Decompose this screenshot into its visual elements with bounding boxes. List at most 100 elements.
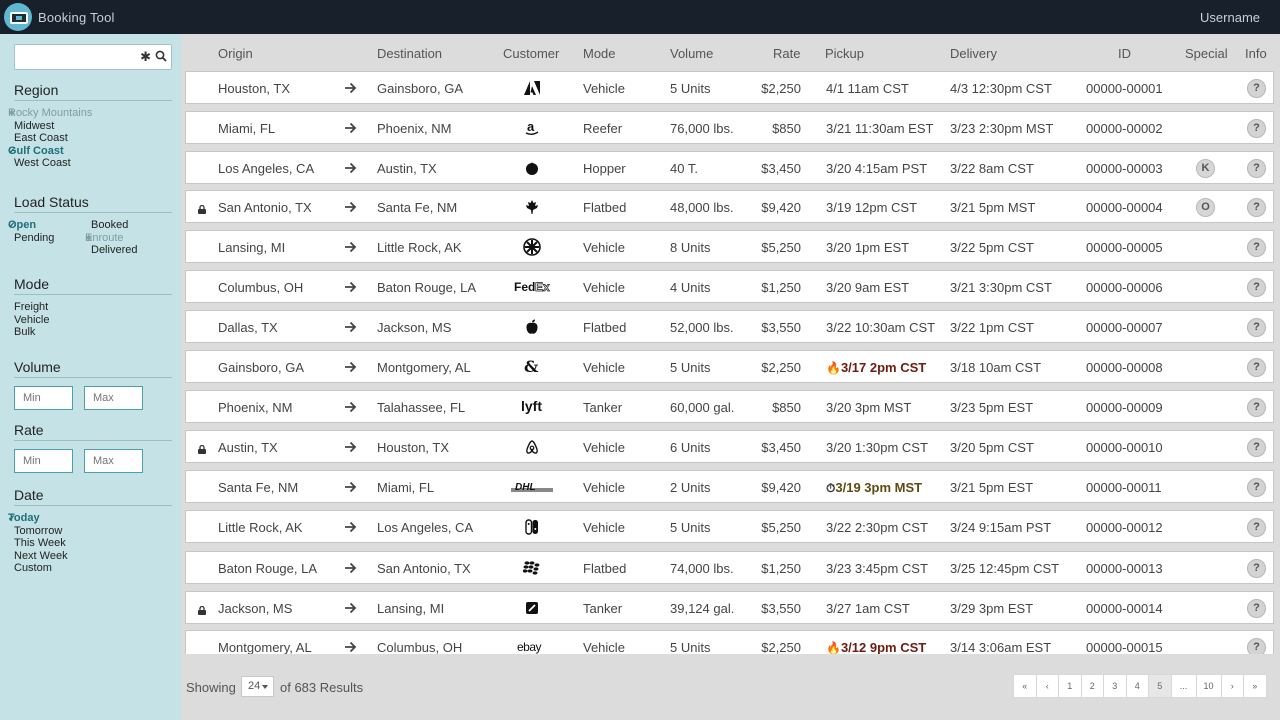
- status-option-pending[interactable]: Pending: [14, 232, 91, 245]
- table-row[interactable]: Little Rock, AK Los Angeles, CA Vehicle 5 U…: [185, 510, 1274, 543]
- delivery-cell: 3/24 9:15am PST: [950, 520, 1052, 535]
- rate-max-input[interactable]: [84, 449, 143, 473]
- info-button[interactable]: ?: [1247, 559, 1266, 578]
- info-button[interactable]: ?: [1247, 159, 1266, 178]
- table-row[interactable]: Lansing, MI Little Rock, AK Vehicle 8 Units…: [185, 230, 1274, 263]
- status-option-enroute[interactable]: ✱Enroute: [85, 232, 168, 245]
- rate-cell: $2,250: [761, 81, 801, 96]
- page-2[interactable]: 2: [1080, 674, 1104, 698]
- table-row[interactable]: Jackson, MS Lansing, MI Tanker 39,124 gal. $…: [185, 591, 1274, 624]
- info-button[interactable]: ?: [1247, 198, 1266, 217]
- rebel-alliance-logo: [521, 158, 543, 178]
- col-delivery[interactable]: Delivery: [950, 46, 997, 61]
- info-button[interactable]: ?: [1247, 238, 1266, 257]
- next-page-button[interactable]: ›: [1220, 674, 1244, 698]
- info-button[interactable]: ?: [1247, 518, 1266, 537]
- volume-cell: 6 Units: [670, 440, 711, 455]
- page-1[interactable]: 1: [1058, 674, 1082, 698]
- info-button[interactable]: ?: [1247, 398, 1266, 417]
- mode-option-bulk[interactable]: Bulk: [14, 326, 172, 339]
- info-button[interactable]: ?: [1247, 278, 1266, 297]
- table-row[interactable]: Baton Rouge, LA San Antonio, TX Flatbed 74,…: [185, 551, 1274, 584]
- date-option-custom[interactable]: Custom: [14, 562, 172, 575]
- special-badge[interactable]: O: [1196, 198, 1215, 217]
- mode-cell: Flatbed: [583, 561, 627, 576]
- rate-cell: $2,250: [761, 360, 801, 375]
- col-origin[interactable]: Origin: [218, 46, 253, 61]
- table-row[interactable]: Austin, TX Houston, TX Vehicle 6 Units $3,45…: [185, 430, 1274, 463]
- date-option-this-week[interactable]: This Week: [14, 537, 172, 550]
- mode-option-vehicle[interactable]: Vehicle: [14, 314, 172, 327]
- region-option-east-coast[interactable]: East Coast: [14, 132, 172, 145]
- rate-min-input[interactable]: [14, 449, 73, 473]
- region-option-rocky-mountains[interactable]: ✱Rocky Mountains: [8, 107, 172, 120]
- id-cell: 00000-00007: [1086, 320, 1163, 335]
- info-button[interactable]: ?: [1247, 318, 1266, 337]
- page-5[interactable]: 5: [1148, 674, 1172, 698]
- table-row[interactable]: Los Angeles, CA Austin, TX Hopper 40 T. $3,4…: [185, 151, 1274, 184]
- col-special[interactable]: Special: [1185, 46, 1228, 61]
- arrow-right-icon: [344, 321, 357, 333]
- table-row[interactable]: Phoenix, NM Talahassee, FL lyft Tanker 60,00…: [185, 390, 1274, 423]
- date-option-next-week[interactable]: Next Week: [14, 550, 172, 563]
- prev-page-button[interactable]: ‹: [1035, 674, 1059, 698]
- table-row[interactable]: Santa Fe, NM Miami, FL DHL Vehicle 2 Units $9…: [185, 470, 1274, 503]
- region-filter: Region ✱Rocky Mountains Midwest East Coast…: [8, 82, 172, 170]
- col-mode[interactable]: Mode: [583, 46, 616, 61]
- table-row[interactable]: Dallas, TX Jackson, MS Flatbed 52,000 lbs. $…: [185, 310, 1274, 343]
- col-volume[interactable]: Volume: [670, 46, 713, 61]
- table-row[interactable]: Gainsboro, GA Montgomery, AL & Vehicle 5 Uni…: [185, 350, 1274, 383]
- region-option-label: Midwest: [14, 119, 55, 132]
- col-pickup[interactable]: Pickup: [825, 46, 864, 61]
- col-destination[interactable]: Destination: [377, 46, 442, 61]
- volume-cell: 76,000 lbs.: [670, 121, 734, 136]
- arrow-right-icon: [344, 441, 357, 453]
- adobe-logo: [521, 78, 543, 98]
- region-option-west-coast[interactable]: West Coast: [14, 157, 172, 170]
- volume-cell: 52,000 lbs.: [670, 320, 734, 335]
- status-option-label: Delivered: [91, 244, 138, 257]
- info-button[interactable]: ?: [1247, 438, 1266, 457]
- pickup-cell: 3/20 9am EST: [826, 280, 910, 295]
- col-id[interactable]: ID: [1118, 46, 1131, 61]
- page-4[interactable]: 4: [1125, 674, 1149, 698]
- volume-max-input[interactable]: [84, 386, 143, 410]
- col-rate[interactable]: Rate: [773, 46, 800, 61]
- info-button[interactable]: ?: [1247, 599, 1266, 618]
- region-option-gulf-coast[interactable]: ✔Gulf Coast: [8, 145, 172, 158]
- info-button[interactable]: ?: [1247, 119, 1266, 138]
- page-3[interactable]: 3: [1103, 674, 1127, 698]
- table-row[interactable]: Montgomery, AL Columbus, OH ebay Vehicle 5 U…: [185, 630, 1274, 654]
- page-10[interactable]: 10: [1195, 674, 1222, 698]
- table-row[interactable]: San Antonio, TX Santa Fe, NM Flatbed 48,000…: [185, 190, 1274, 223]
- date-option-today[interactable]: ✔Today: [8, 512, 172, 525]
- per-page-select[interactable]: 24: [241, 676, 274, 697]
- info-button[interactable]: ?: [1247, 638, 1266, 654]
- mode-option-freight[interactable]: Freight: [14, 301, 172, 314]
- search-icon[interactable]: [155, 50, 167, 62]
- col-customer[interactable]: Customer: [503, 46, 559, 61]
- date-option-tomorrow[interactable]: Tomorrow: [14, 525, 172, 538]
- user-menu[interactable]: Username: [1200, 10, 1260, 25]
- info-button[interactable]: ?: [1247, 358, 1266, 377]
- region-option-midwest[interactable]: Midwest: [14, 120, 172, 133]
- status-option-delivered[interactable]: Delivered: [91, 244, 168, 257]
- table-row[interactable]: Houston, TX Gainsboro, GA Vehicle 5 Units $2…: [185, 71, 1274, 104]
- first-page-button[interactable]: «: [1013, 674, 1037, 698]
- table-row[interactable]: Miami, FL Phoenix, NM a Reefer 76,000 lbs. $8…: [185, 111, 1274, 144]
- clear-search-icon[interactable]: ✱: [140, 49, 151, 65]
- svg-text:lyft: lyft: [521, 399, 542, 414]
- status-option-open[interactable]: ✔Open: [8, 219, 91, 232]
- status-option-booked[interactable]: Booked: [91, 219, 168, 232]
- volume-min-input[interactable]: [14, 386, 73, 410]
- info-button[interactable]: ?: [1247, 478, 1266, 497]
- special-badge[interactable]: K: [1196, 159, 1215, 178]
- id-cell: 00000-00012: [1086, 520, 1163, 535]
- app-logo[interactable]: [4, 3, 32, 31]
- search-input[interactable]: [19, 46, 139, 68]
- col-info[interactable]: Info: [1245, 46, 1267, 61]
- lock-icon: [198, 202, 206, 214]
- table-row[interactable]: Columbus, OH Baton Rouge, LA Fed Ex Vehicle 4…: [185, 270, 1274, 303]
- last-page-button[interactable]: »: [1243, 674, 1267, 698]
- info-button[interactable]: ?: [1247, 79, 1266, 98]
